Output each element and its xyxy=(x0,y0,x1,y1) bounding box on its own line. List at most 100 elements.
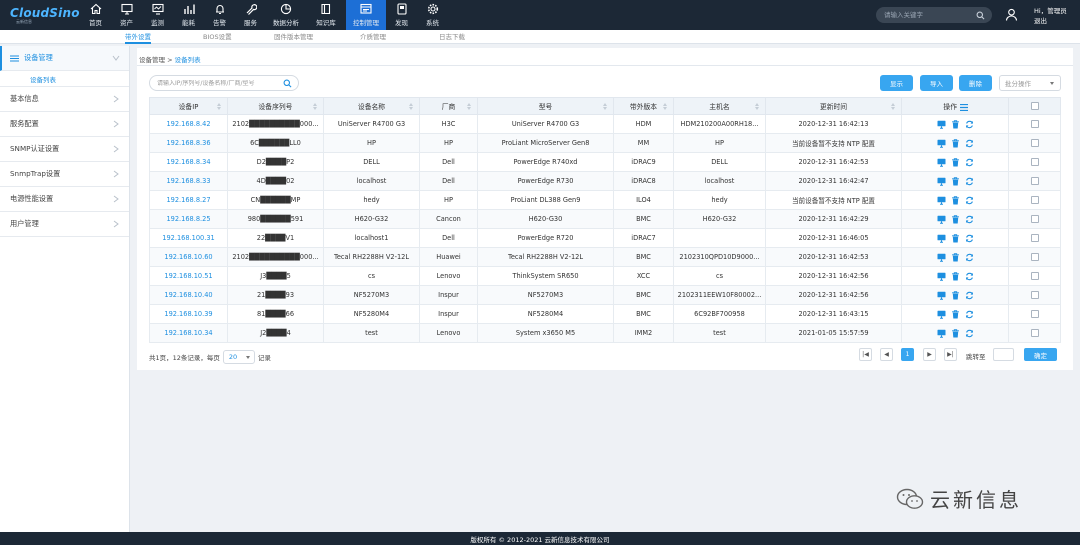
remote-console-icon[interactable] xyxy=(937,272,946,281)
table-row[interactable]: 192.168.100.31 22████V1 localhost1 Dell Powe… xyxy=(149,228,1061,248)
nav-item-analytics[interactable]: 数据分析 xyxy=(266,0,306,30)
remote-console-icon[interactable] xyxy=(937,139,946,148)
sidebar-item-user-management[interactable]: 用户管理 xyxy=(0,212,129,237)
tab-media-management[interactable]: 介质管理 xyxy=(360,32,386,44)
brand-logo[interactable]: CloudSino 云新信息 xyxy=(0,0,80,30)
column-menu-icon[interactable] xyxy=(960,103,968,111)
nav-item-alerts[interactable]: 告警 xyxy=(204,0,235,30)
delete-button[interactable]: 删除 xyxy=(959,75,992,91)
device-ip-link[interactable]: 192.168.8.33 xyxy=(149,171,228,191)
nav-item-knowledge[interactable]: 知识库 xyxy=(306,0,346,30)
sidebar-item-basic-info[interactable]: 基本信息 xyxy=(0,87,129,112)
column-header[interactable]: 型号 xyxy=(477,97,614,115)
sort-icon[interactable] xyxy=(409,103,413,110)
remote-console-icon[interactable] xyxy=(937,158,946,167)
delete-icon[interactable] xyxy=(951,157,960,167)
row-checkbox[interactable] xyxy=(1030,215,1039,223)
nav-item-assets[interactable]: 资产 xyxy=(111,0,142,30)
refresh-icon[interactable] xyxy=(965,196,974,205)
row-checkbox[interactable] xyxy=(1030,158,1039,166)
nav-item-system[interactable]: 系统 xyxy=(417,0,448,30)
nav-item-energy[interactable]: 能耗 xyxy=(173,0,204,30)
table-row[interactable]: 192.168.8.34 D2████P2 DELL Dell PowerEdge R7… xyxy=(149,152,1061,172)
device-ip-link[interactable]: 192.168.8.25 xyxy=(149,209,228,229)
delete-icon[interactable] xyxy=(951,119,960,129)
table-row[interactable]: 192.168.10.51 J3████5 cs Lenovo ThinkSystem … xyxy=(149,266,1061,286)
nav-item-service[interactable]: 服务 xyxy=(235,0,266,30)
search-icon[interactable] xyxy=(283,79,292,88)
sort-icon[interactable] xyxy=(313,103,317,110)
table-row[interactable]: 192.168.8.25 980██████591 H620-G32 Cancon H6… xyxy=(149,209,1061,229)
breadcrumb-parent[interactable]: 设备管理 xyxy=(139,56,165,64)
table-row[interactable]: 192.168.8.36 6C██████LL0 HP HP ProLiant Micr… xyxy=(149,133,1061,153)
search-icon[interactable] xyxy=(976,11,985,20)
refresh-icon[interactable] xyxy=(965,215,974,224)
global-search-input[interactable] xyxy=(884,11,976,19)
sidebar-item-snmp-auth[interactable]: SNMP认证设置 xyxy=(0,137,129,162)
table-row[interactable]: 192.168.8.27 CN██████MP hedy HP ProLiant DL3… xyxy=(149,190,1061,210)
page-number-button[interactable]: 1 xyxy=(901,348,914,361)
sidebar-item-device-management[interactable]: 设备管理 xyxy=(0,46,129,71)
device-ip-link[interactable]: 192.168.8.42 xyxy=(149,114,228,134)
device-ip-link[interactable]: 192.168.8.27 xyxy=(149,190,228,210)
remote-console-icon[interactable] xyxy=(937,234,946,243)
refresh-icon[interactable] xyxy=(965,139,974,148)
prev-page-button[interactable]: ◀ xyxy=(880,348,893,361)
refresh-icon[interactable] xyxy=(965,329,974,338)
device-ip-link[interactable]: 192.168.10.39 xyxy=(149,304,228,324)
nav-item-discover[interactable]: 发现 xyxy=(386,0,417,30)
remote-console-icon[interactable] xyxy=(937,310,946,319)
row-checkbox[interactable] xyxy=(1030,120,1039,128)
column-header[interactable]: 主机名 xyxy=(673,97,766,115)
device-ip-link[interactable]: 192.168.8.34 xyxy=(149,152,228,172)
row-checkbox[interactable] xyxy=(1030,310,1039,318)
select-all-checkbox[interactable] xyxy=(1030,102,1039,110)
last-page-button[interactable]: ▶| xyxy=(944,348,957,361)
table-row[interactable]: 192.168.10.40 21████93 NF5270M3 Inspur NF527… xyxy=(149,285,1061,305)
tab-firmware-version[interactable]: 固件版本管理 xyxy=(274,32,313,44)
first-page-button[interactable]: |◀ xyxy=(859,348,872,361)
device-ip-link[interactable]: 192.168.10.60 xyxy=(149,247,228,267)
row-checkbox[interactable] xyxy=(1030,139,1039,147)
column-header[interactable]: 设备名称 xyxy=(323,97,420,115)
delete-icon[interactable] xyxy=(951,138,960,148)
sidebar-item-service-config[interactable]: 服务配置 xyxy=(0,112,129,137)
refresh-icon[interactable] xyxy=(965,272,974,281)
sort-icon[interactable] xyxy=(467,103,471,110)
remote-console-icon[interactable] xyxy=(937,177,946,186)
tab-out-of-band-settings[interactable]: 带外设置 xyxy=(125,32,151,44)
column-header[interactable]: 厂商 xyxy=(419,97,478,115)
row-checkbox[interactable] xyxy=(1030,329,1039,337)
delete-icon[interactable] xyxy=(951,233,960,243)
refresh-icon[interactable] xyxy=(965,177,974,186)
sidebar-item-snmptrap[interactable]: SnmpTrap设置 xyxy=(0,162,129,187)
row-checkbox[interactable] xyxy=(1030,291,1039,299)
page-size-select[interactable]: 20 xyxy=(222,350,255,364)
sort-icon[interactable] xyxy=(891,103,895,110)
delete-icon[interactable] xyxy=(951,271,960,281)
row-checkbox[interactable] xyxy=(1030,234,1039,242)
refresh-icon[interactable] xyxy=(965,253,974,262)
sidebar-item-power-performance[interactable]: 电源性能设置 xyxy=(0,187,129,212)
goto-page-input[interactable] xyxy=(993,348,1014,361)
refresh-icon[interactable] xyxy=(965,291,974,300)
device-ip-link[interactable]: 192.168.10.40 xyxy=(149,285,228,305)
remote-console-icon[interactable] xyxy=(937,253,946,262)
refresh-icon[interactable] xyxy=(965,120,974,129)
remote-console-icon[interactable] xyxy=(937,329,946,338)
delete-icon[interactable] xyxy=(951,290,960,300)
delete-icon[interactable] xyxy=(951,176,960,186)
column-header[interactable]: 设备IP xyxy=(149,97,228,115)
delete-icon[interactable] xyxy=(951,214,960,224)
table-row[interactable]: 192.168.10.60 2102██████████000... Tecal R… xyxy=(149,247,1061,267)
delete-icon[interactable] xyxy=(951,328,960,338)
sort-icon[interactable] xyxy=(217,103,221,110)
column-header[interactable]: 设备序列号 xyxy=(227,97,324,115)
table-row[interactable]: 192.168.8.42 2102██████████000... UniServe… xyxy=(149,114,1061,134)
refresh-icon[interactable] xyxy=(965,310,974,319)
tab-bios-settings[interactable]: BIOS设置 xyxy=(203,32,232,44)
nav-item-home[interactable]: 首页 xyxy=(80,0,111,30)
nav-item-control-management[interactable]: 控制管理 xyxy=(346,0,386,30)
refresh-icon[interactable] xyxy=(965,158,974,167)
delete-icon[interactable] xyxy=(951,309,960,319)
